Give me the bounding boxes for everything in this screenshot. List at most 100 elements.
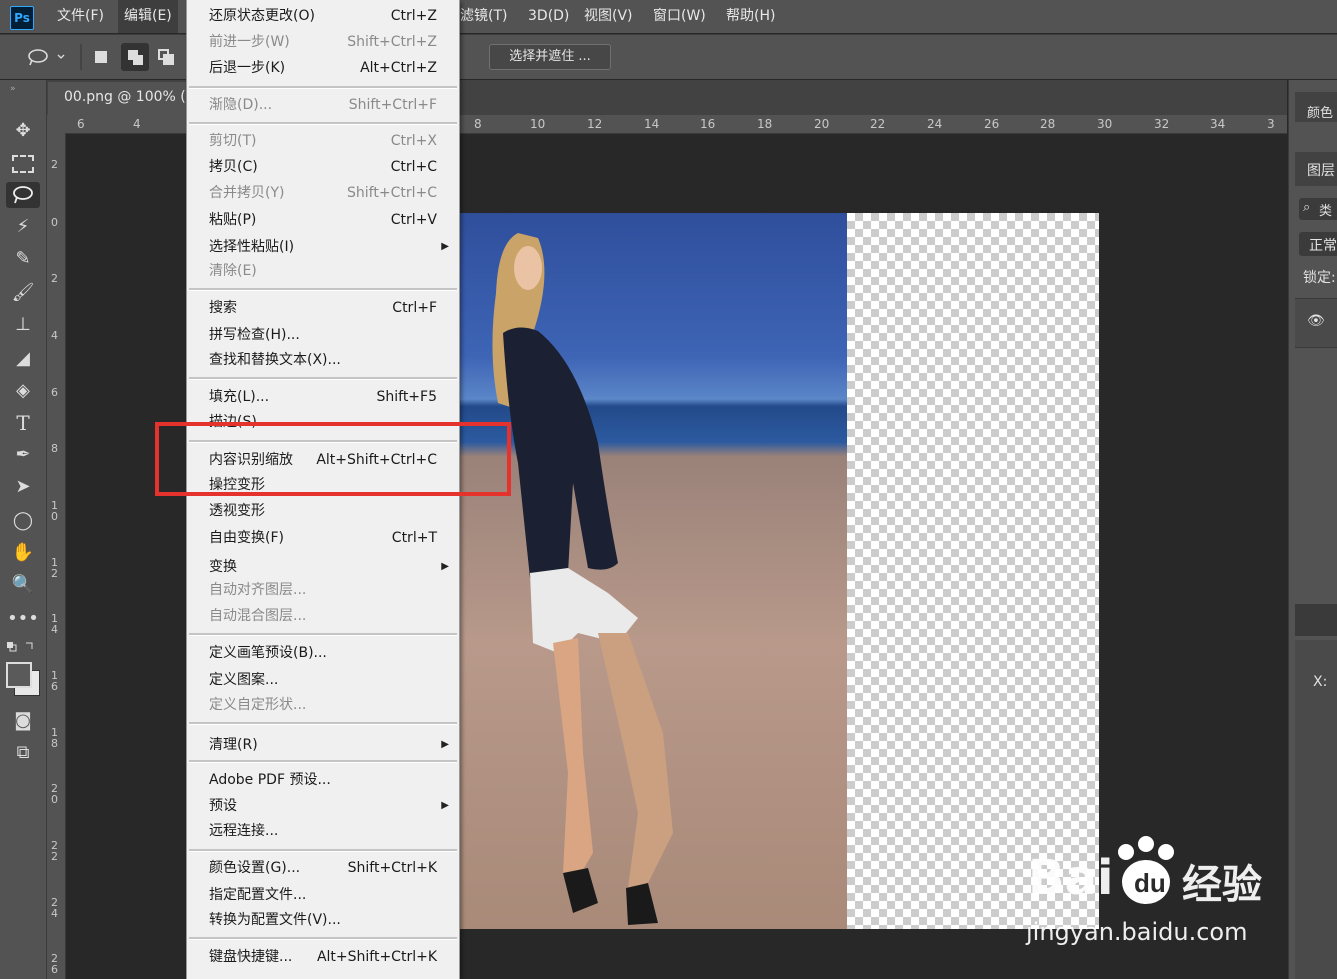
- ruler-tick: 28: [1040, 117, 1056, 131]
- search-icon: ⌕: [1303, 200, 1311, 215]
- swap-colors-icon[interactable]: [6, 640, 36, 656]
- menu-separator: [189, 633, 457, 636]
- menu-item-color-settings[interactable]: 颜色设置(G)... Shift+Ctrl+K: [209, 856, 437, 880]
- menu-item-convert-profile[interactable]: 转换为配置文件(V)...: [209, 908, 437, 932]
- menu-separator: [189, 86, 457, 89]
- menu-file[interactable]: 文件(F): [57, 0, 104, 33]
- layer-filter-search[interactable]: ⌕ 类: [1299, 198, 1337, 220]
- document-tab[interactable]: 00.png @ 100% (: [48, 82, 188, 115]
- stamp-tool-icon[interactable]: ⊥: [6, 312, 40, 338]
- menu-separator: [189, 849, 457, 852]
- menu-item-purge[interactable]: 清理(R) ▶: [209, 733, 449, 757]
- menu-item-step-forward[interactable]: 前进一步(W) Shift+Ctrl+Z: [209, 30, 437, 54]
- blend-mode-select[interactable]: 正常: [1299, 232, 1337, 256]
- type-tool-icon[interactable]: T: [6, 410, 40, 436]
- menu-separator: [189, 288, 457, 291]
- lasso-tool-icon[interactable]: [6, 182, 40, 208]
- menu-item-keyboard-shortcuts[interactable]: 键盘快捷键... Alt+Shift+Ctrl+K: [209, 945, 437, 969]
- subtract-from-selection-icon[interactable]: [158, 49, 176, 67]
- watermark-url: jingyan.baidu.com: [1026, 918, 1248, 946]
- menu-item-define-brush[interactable]: 定义画笔预设(B)...: [209, 641, 437, 665]
- eyedropper-tool-icon[interactable]: ✎: [6, 246, 40, 272]
- menu-3d[interactable]: 3D(D): [528, 0, 569, 33]
- eye-visibility-icon[interactable]: 👁: [1307, 313, 1325, 329]
- watermark-brand-cn: 经验: [1182, 862, 1262, 908]
- color-panel-tab[interactable]: 颜色: [1307, 102, 1333, 121]
- svg-text:du: du: [1134, 868, 1166, 898]
- ruler-tick: 10: [530, 117, 546, 131]
- menu-item-cut[interactable]: 剪切(T) Ctrl+X: [209, 129, 437, 153]
- zoom-tool-icon[interactable]: 🔍: [6, 572, 40, 598]
- marquee-tool-icon[interactable]: [6, 150, 40, 176]
- baidu-jingyan-watermark: Bai du 经验 jingyan.baidu.com: [1020, 830, 1320, 960]
- magic-wand-tool-icon[interactable]: ⚡: [6, 214, 40, 240]
- menu-item-copy[interactable]: 拷贝(C) Ctrl+C: [209, 155, 437, 179]
- menu-view[interactable]: 视图(V): [584, 0, 633, 33]
- menu-item-paste-special[interactable]: 选择性粘贴(I) ▶: [209, 235, 449, 259]
- menu-item-define-shape[interactable]: 定义自定形状...: [209, 693, 437, 717]
- menu-item-clear[interactable]: 清除(E): [209, 259, 437, 283]
- new-selection-icon[interactable]: [95, 51, 107, 63]
- menu-item-fill[interactable]: 填充(L)... Shift+F5: [209, 385, 437, 409]
- menu-item-fade[interactable]: 渐隐(D)... Shift+Ctrl+F: [209, 93, 437, 117]
- menu-separator: [189, 937, 457, 940]
- ruler-tick: 24: [927, 117, 943, 131]
- transparent-area[interactable]: [847, 213, 1099, 929]
- ruler-tick: 6: [51, 386, 58, 399]
- menu-item-spell-check[interactable]: 拼写检查(H)...: [209, 323, 437, 347]
- watermark-brand: Bai: [1028, 850, 1114, 906]
- menu-item-assign-profile[interactable]: 指定配置文件...: [209, 883, 437, 907]
- ellipse-tool-icon[interactable]: ◯: [6, 508, 40, 534]
- menu-item-step-backward[interactable]: 后退一步(K) Alt+Ctrl+Z: [209, 56, 437, 80]
- ruler-tick: 32: [1154, 117, 1170, 131]
- submenu-arrow-icon: ▶: [441, 739, 449, 750]
- collapse-icon[interactable]: »: [10, 84, 16, 94]
- eraser-tool-icon[interactable]: ◢: [6, 346, 40, 372]
- ruler-tick: 22: [870, 117, 886, 131]
- menu-item-find-replace[interactable]: 查找和替换文本(X)...: [209, 348, 437, 372]
- beach-photo-layer[interactable]: [458, 213, 847, 929]
- menu-window[interactable]: 窗口(W): [653, 0, 706, 33]
- screen-mode-icon[interactable]: ⧉: [6, 740, 40, 766]
- menu-item-auto-align-layers[interactable]: 自动对齐图层...: [209, 578, 437, 602]
- menu-item-auto-blend-layers[interactable]: 自动混合图层...: [209, 604, 437, 628]
- menu-item-pdf-presets[interactable]: Adobe PDF 预设...: [209, 768, 437, 792]
- x-coordinate-label: X:: [1313, 674, 1328, 690]
- menu-help[interactable]: 帮助(H): [726, 0, 775, 33]
- move-tool-icon[interactable]: ✥: [6, 118, 40, 144]
- ruler-tick: 26: [51, 952, 58, 976]
- menu-item-paste[interactable]: 粘贴(P) Ctrl+V: [209, 208, 437, 232]
- select-and-mask-button[interactable]: 选择并遮住 ...: [489, 44, 611, 70]
- more-tools-icon[interactable]: •••: [6, 606, 40, 632]
- menu-item-free-transform[interactable]: 自由变换(F) Ctrl+T: [209, 526, 437, 550]
- woman-figure: [492, 233, 673, 925]
- menu-edit[interactable]: 编辑(E): [118, 0, 178, 33]
- ruler-tick: 12: [51, 556, 58, 580]
- lasso-tool-preset-icon[interactable]: [26, 47, 66, 67]
- menu-item-define-pattern[interactable]: 定义图案...: [209, 668, 437, 692]
- pen-tool-icon[interactable]: ✒: [6, 442, 40, 468]
- ruler-tick: 4: [51, 329, 58, 342]
- foreground-color-swatch[interactable]: [6, 662, 32, 688]
- layers-panel-tab[interactable]: 图层: [1307, 160, 1335, 180]
- ruler-tick: 20: [814, 117, 830, 131]
- ruler-tick: 18: [51, 726, 58, 750]
- path-selection-tool-icon[interactable]: ➤: [6, 474, 40, 500]
- menu-item-transform[interactable]: 变换 ▶: [209, 555, 449, 579]
- ruler-tick: 0: [51, 216, 58, 229]
- layer-row[interactable]: 👁: [1295, 298, 1337, 348]
- menu-item-perspective-warp[interactable]: 透视变形: [209, 499, 437, 523]
- hand-tool-icon[interactable]: ✋: [6, 540, 40, 566]
- menu-item-undo[interactable]: 还原状态更改(O) Ctrl+Z: [209, 4, 437, 28]
- menu-item-search[interactable]: 搜索 Ctrl+F: [209, 296, 437, 320]
- ruler-tick: 14: [51, 612, 58, 636]
- paint-bucket-tool-icon[interactable]: ◈: [6, 378, 40, 404]
- menu-filter[interactable]: 滤镜(T): [460, 0, 507, 33]
- menu-item-copy-merged[interactable]: 合并拷贝(Y) Shift+Ctrl+C: [209, 181, 437, 205]
- menu-item-remote-connections[interactable]: 远程连接...: [209, 819, 437, 843]
- quick-mask-icon[interactable]: ◙: [6, 708, 40, 734]
- brush-tool-icon[interactable]: 🖌: [6, 280, 40, 306]
- add-to-selection-icon[interactable]: [121, 43, 149, 71]
- ruler-tick: 4: [133, 117, 141, 131]
- menu-item-presets[interactable]: 预设 ▶: [209, 794, 449, 818]
